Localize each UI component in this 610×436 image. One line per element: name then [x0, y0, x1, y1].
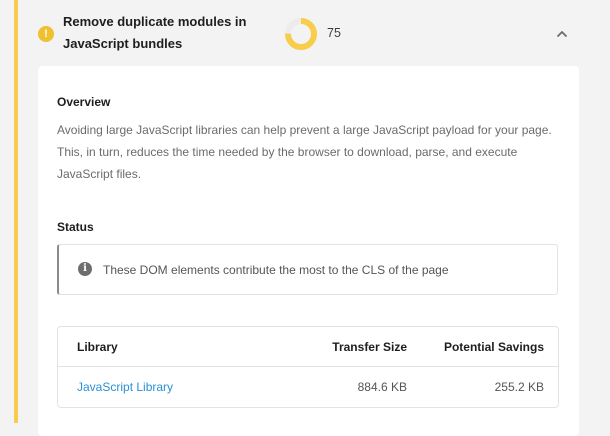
status-message: These DOM elements contribute the most t… [103, 263, 449, 277]
library-table: Library Transfer Size Potential Savings … [57, 326, 559, 408]
potential-savings-cell: 255.2 KB [494, 380, 544, 394]
transfer-size-cell: 884.6 KB [357, 380, 407, 394]
status-heading: Status [57, 220, 94, 234]
chevron-up-icon[interactable] [554, 26, 570, 42]
warning-icon: ! [38, 26, 54, 42]
column-header-library: Library [77, 340, 118, 354]
audit-panel: ! Remove duplicate modules in JavaScript… [14, 0, 610, 436]
score-value: 75 [327, 26, 341, 40]
column-header-potential-savings: Potential Savings [443, 340, 544, 354]
library-link[interactable]: JavaScript Library [77, 380, 173, 394]
score-gauge [285, 18, 317, 50]
status-callout: i These DOM elements contribute the most… [57, 244, 558, 295]
table-header-row: Library Transfer Size Potential Savings [58, 327, 558, 367]
audit-details-card: Overview Avoiding large JavaScript libra… [38, 66, 579, 436]
overview-text: Avoiding large JavaScript libraries can … [57, 123, 552, 181]
overview-heading: Overview [57, 95, 111, 109]
audit-header[interactable]: ! Remove duplicate modules in JavaScript… [18, 0, 610, 66]
info-icon: i [78, 262, 92, 276]
audit-title: Remove duplicate modules in JavaScript b… [63, 14, 247, 51]
column-header-transfer-size: Transfer Size [332, 340, 407, 354]
